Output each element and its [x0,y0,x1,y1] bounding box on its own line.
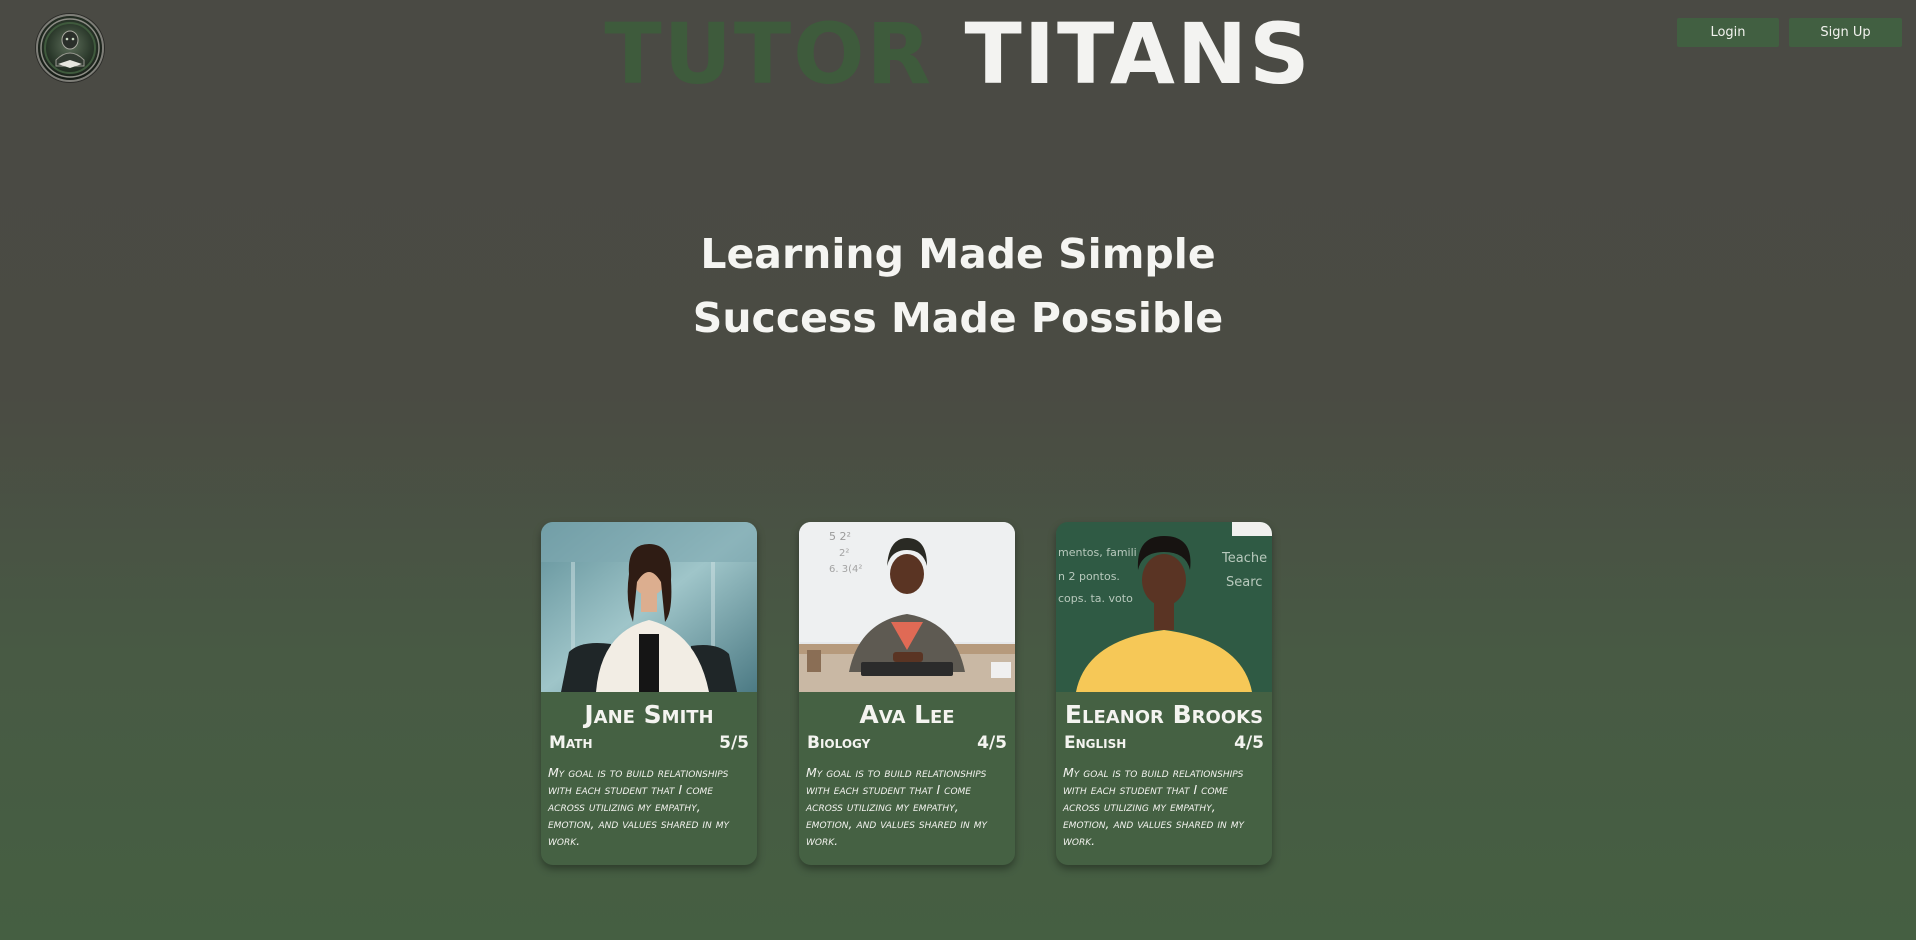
tutor-name: Eleanor Brooks [1064,700,1264,729]
tutor-subject: English [1064,733,1127,753]
tutor-card[interactable]: Jane Smith Math 5/5 My goal is to build … [541,522,757,865]
svg-text:cops. ta. voto: cops. ta. voto [1058,592,1133,605]
tutor-subject: Math [549,733,593,753]
svg-text:Teache: Teache [1221,551,1267,566]
svg-text:5 2²: 5 2² [829,530,851,543]
hero-line-1: Learning Made Simple [700,230,1216,278]
tutor-bio: My goal is to build relationships with e… [1063,765,1245,848]
brand-title: TUTOR TITANS [0,6,1916,102]
tutor-meta: Math 5/5 [541,732,757,754]
signup-button[interactable]: Sign Up [1789,18,1902,47]
tutor-bio: My goal is to build relationships with e… [806,765,988,848]
brand-word-tutor: TUTOR [604,5,934,103]
tutor-meta: English 4/5 [1056,732,1272,754]
hero-line-2: Success Made Possible [692,294,1224,342]
svg-text:Searc: Searc [1226,575,1262,590]
tutor-rating: 5/5 [719,733,749,753]
hero-tagline: Learning Made Simple Success Made Possib… [0,222,1916,350]
svg-text:n 2 pontos.: n 2 pontos. [1058,570,1120,583]
svg-text:6. 3(4²: 6. 3(4² [829,564,862,575]
login-button[interactable]: Login [1677,18,1779,47]
tutor-meta: Biology 4/5 [799,732,1015,754]
tutor-bio: My goal is to build relationships with e… [548,765,730,848]
tutor-rating: 4/5 [977,733,1007,753]
svg-text:2²: 2² [839,548,849,559]
svg-text:mentos, famili: mentos, famili [1058,546,1137,559]
tutor-subject: Biology [807,733,871,753]
tutor-photo [541,522,757,692]
tutor-name: Ava Lee [859,700,955,729]
tutor-card[interactable]: 5 2² 2² 6. 3(4² Ava Lee Biology 4/5 My g… [799,522,1015,865]
tutor-photo: 5 2² 2² 6. 3(4² [799,522,1015,692]
tutor-card[interactable]: mentos, famili n 2 pontos. cops. ta. vot… [1056,522,1272,865]
tutor-photo: mentos, famili n 2 pontos. cops. ta. vot… [1056,522,1272,692]
brand-word-titans: TITANS [964,5,1312,103]
tutor-name: Jane Smith [584,700,714,729]
tutor-rating: 4/5 [1234,733,1264,753]
